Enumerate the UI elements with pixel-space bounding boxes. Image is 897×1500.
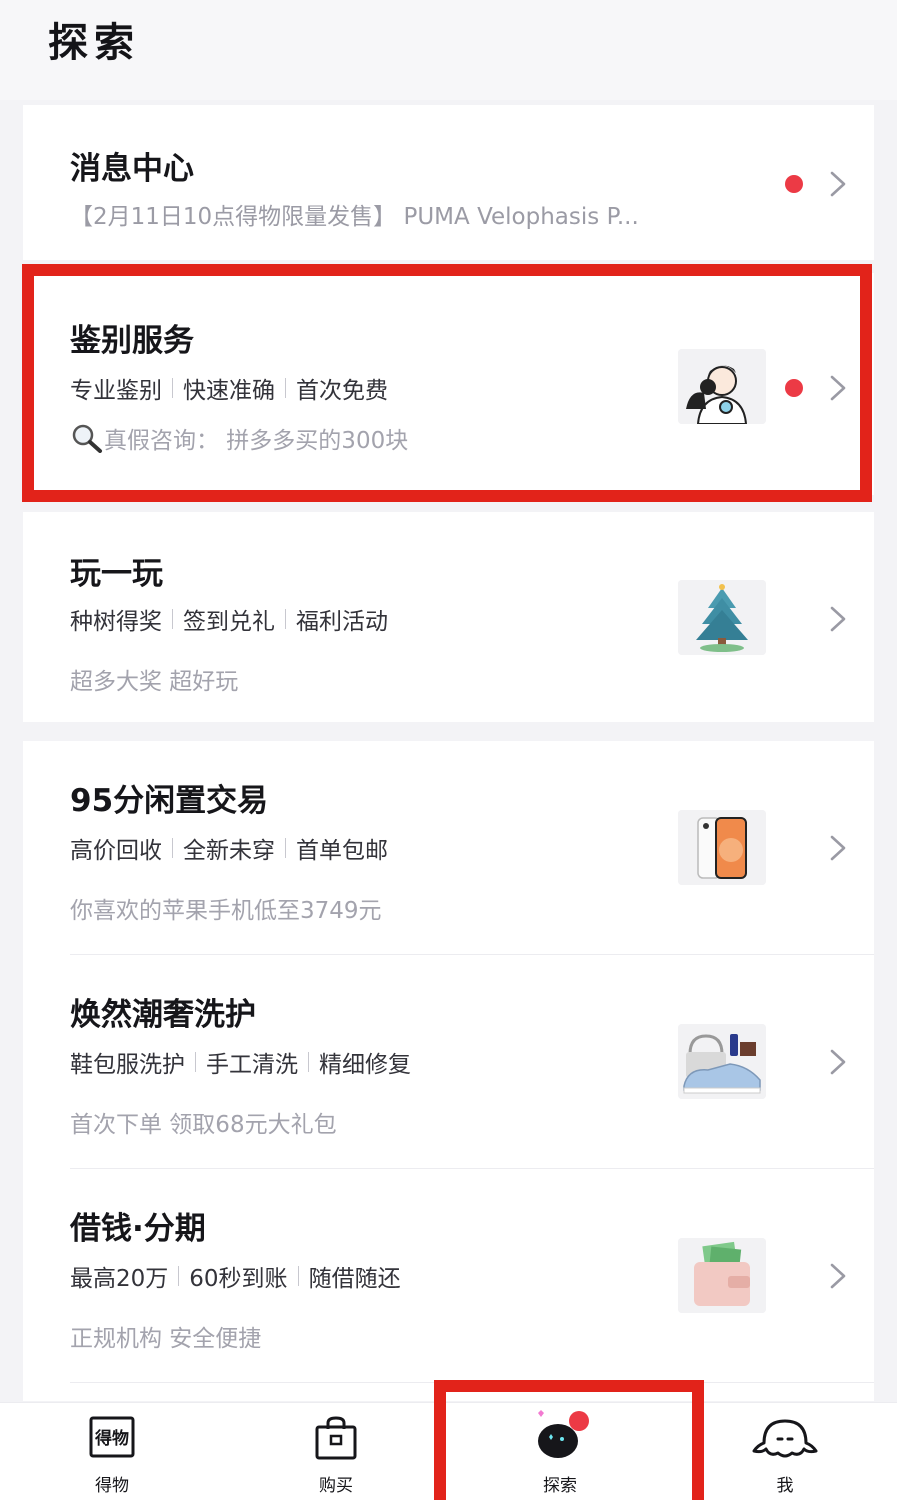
item-tags: 种树得奖 签到兑礼 福利活动	[70, 602, 388, 636]
chevron-right-icon	[826, 1261, 850, 1291]
chevron-right-icon	[826, 833, 850, 863]
tag: 最高20万	[70, 1266, 169, 1292]
tag: 福利活动	[296, 609, 388, 635]
tag: 全新未穿	[183, 838, 275, 864]
item-tags: 高价回收 全新未穿 首单包邮	[70, 831, 388, 865]
item-tags: 最高20万 60秒到账 随借随还	[70, 1259, 401, 1293]
item-title: 借钱·分期	[70, 1211, 206, 1247]
tag: 签到兑礼	[183, 609, 275, 635]
octopus-face-icon	[750, 1415, 820, 1465]
tab-label: 我	[776, 1476, 794, 1496]
luxury-care-item[interactable]: 焕然潮奢洗护 鞋包服洗护 手工清洗 精细修复 首次下单 领取68元大礼包	[23, 955, 874, 1169]
tab-buy[interactable]: 购买	[261, 1403, 411, 1500]
item-title: 95分闲置交易	[70, 783, 269, 819]
dewu-logo-text: 得物	[94, 1428, 129, 1449]
chevron-right-icon	[826, 604, 850, 634]
tag: 60秒到账	[189, 1266, 288, 1292]
item-hint: 首次下单 领取68元大礼包	[70, 1112, 337, 1138]
tag: 高价回收	[70, 838, 162, 864]
chevron-right-icon	[826, 169, 850, 199]
tag: 首单包邮	[296, 838, 388, 864]
play-card[interactable]: 玩一玩 种树得奖 签到兑礼 福利活动 超多大奖 超好玩	[23, 512, 874, 722]
tab-dewu[interactable]: 得物 得物	[37, 1403, 187, 1500]
tag-separator	[297, 1266, 299, 1286]
christmas-tree-icon	[678, 580, 766, 655]
item-hint: 超多大奖 超好玩	[70, 669, 239, 695]
iphone-icon	[678, 810, 766, 885]
item-title: 焕然潮奢洗护	[70, 997, 256, 1033]
tab-label: 得物	[95, 1476, 129, 1496]
sneaker-bag-icon	[678, 1024, 766, 1099]
page-title: 探索	[48, 20, 140, 66]
tab-me[interactable]: 我	[710, 1403, 860, 1500]
item-tags: 鞋包服洗护 手工清洗 精细修复	[70, 1045, 411, 1079]
unread-dot	[785, 175, 803, 193]
loan-item[interactable]: 借钱·分期 最高20万 60秒到账 随借随还 正规机构 安全便捷	[23, 1169, 874, 1383]
item-hint: 正规机构 安全便捷	[70, 1326, 262, 1352]
tag-separator	[195, 1052, 196, 1072]
item-hint: 你喜欢的苹果手机低至3749元	[70, 898, 382, 924]
explore-tab-highlight	[434, 1380, 704, 1500]
tag-separator	[308, 1052, 309, 1072]
tag-separator	[285, 838, 286, 858]
dewu-logo-icon: 得物	[88, 1415, 136, 1463]
tag: 精细修复	[319, 1052, 411, 1078]
tag-separator	[172, 838, 173, 858]
item-title: 玩一玩	[70, 556, 163, 592]
tag-separator	[178, 1266, 180, 1286]
idle-trade-item[interactable]: 95分闲置交易 高价回收 全新未穿 首单包邮 你喜欢的苹果手机低至3749元	[23, 741, 874, 955]
message-center-title: 消息中心	[70, 151, 194, 187]
tag: 随借随还	[308, 1266, 401, 1292]
services-card: 95分闲置交易 高价回收 全新未穿 首单包邮 你喜欢的苹果手机低至3749元 焕然潮…	[23, 741, 874, 1401]
highlight-frame	[22, 264, 872, 502]
tag-separator	[172, 609, 173, 629]
tag: 手工清洗	[206, 1052, 298, 1078]
shopping-bag-icon	[312, 1415, 360, 1465]
tag-separator	[285, 609, 286, 629]
tag: 种树得奖	[70, 609, 162, 635]
chevron-right-icon	[826, 1047, 850, 1077]
tag: 鞋包服洗护	[70, 1052, 185, 1078]
message-center-card[interactable]: 消息中心 【2月11日10点得物限量发售】 PUMA Velophasis P.…	[23, 105, 874, 260]
top-bar: 探索	[0, 0, 897, 100]
message-preview: 【2月11日10点得物限量发售】 PUMA Velophasis P...	[70, 204, 639, 230]
tab-label: 购买	[319, 1476, 353, 1496]
wallet-icon	[678, 1238, 766, 1313]
